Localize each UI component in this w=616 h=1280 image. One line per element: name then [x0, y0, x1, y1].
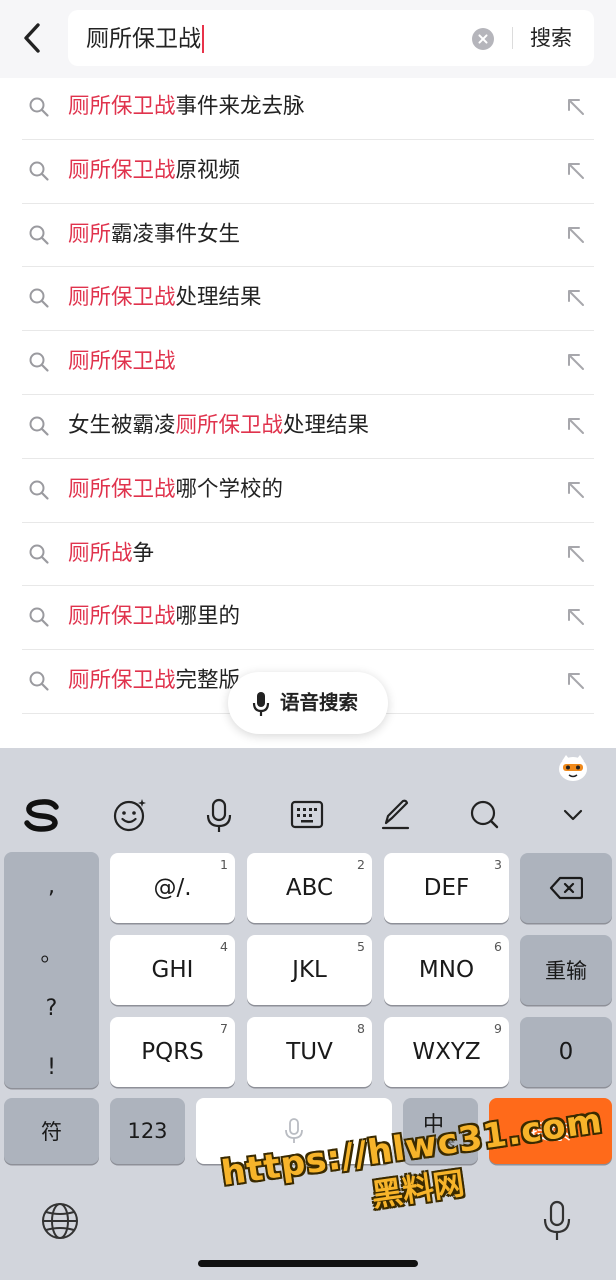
- key-1[interactable]: @/. 1: [110, 853, 235, 923]
- sogou-logo-icon[interactable]: [22, 795, 62, 835]
- suggestion-item[interactable]: 厕所保卫战哪里的: [0, 586, 616, 651]
- key-9[interactable]: WXYZ 9: [384, 1017, 509, 1087]
- search-icon: [29, 671, 49, 691]
- keyboard-layout-icon[interactable]: [287, 795, 327, 835]
- voice-input-icon[interactable]: [199, 795, 239, 835]
- divider: [512, 27, 513, 49]
- globe-icon[interactable]: [40, 1201, 80, 1241]
- voice-search-button[interactable]: 语音搜索: [228, 672, 388, 734]
- key-0[interactable]: 0: [520, 1017, 612, 1087]
- suggestion-item[interactable]: 厕所霸凌事件女生: [0, 204, 616, 268]
- search-input[interactable]: 厕所保卫战 搜索: [68, 10, 594, 66]
- search-icon[interactable]: [464, 795, 504, 835]
- punctuation-column[interactable]: , 。 ? !: [4, 852, 99, 1088]
- search-icon: [29, 416, 49, 436]
- fill-arrow-icon[interactable]: [564, 669, 588, 693]
- fill-arrow-icon[interactable]: [564, 223, 588, 247]
- search-icon: [29, 352, 49, 372]
- fill-arrow-icon[interactable]: [564, 605, 588, 629]
- punct-period-key[interactable]: 。: [4, 936, 99, 968]
- suggestion-text: 厕所保卫战哪个学校的: [68, 476, 284, 502]
- suggestion-list: 厕所保卫战事件来龙去脉 厕所保卫战原视频 厕所霸凌事件女生 厕所保卫战处理结果 …: [0, 76, 616, 714]
- suggestion-item[interactable]: 厕所保卫战哪个学校的: [0, 459, 616, 523]
- suggestion-text: 厕所保卫战完整版: [68, 668, 241, 694]
- key-7[interactable]: PQRS 7: [110, 1017, 235, 1087]
- backspace-icon: [549, 876, 583, 900]
- suggestion-text: 厕所保卫战处理结果: [68, 285, 262, 311]
- search-header: 厕所保卫战 搜索: [0, 0, 616, 78]
- backspace-button[interactable]: [520, 853, 612, 923]
- search-icon: [29, 544, 49, 564]
- numbers-button[interactable]: 123: [110, 1098, 185, 1164]
- suggestion-item[interactable]: 厕所保卫战事件来龙去脉: [0, 76, 616, 140]
- key-6[interactable]: MNO 6: [384, 935, 509, 1005]
- search-button[interactable]: 搜索: [530, 25, 572, 51]
- suggestion-text: 厕所战争: [68, 540, 155, 566]
- key-3[interactable]: DEF 3: [384, 853, 509, 923]
- voice-search-label: 语音搜索: [280, 691, 359, 714]
- suggestion-item[interactable]: 厕所保卫战: [0, 331, 616, 395]
- fill-arrow-icon[interactable]: [564, 478, 588, 502]
- suggestion-text: 女生被霸凌厕所保卫战处理结果: [68, 412, 370, 438]
- suggestion-item[interactable]: 厕所保卫战原视频: [0, 140, 616, 204]
- fill-arrow-icon[interactable]: [564, 95, 588, 119]
- search-icon: [29, 97, 49, 117]
- fill-arrow-icon[interactable]: [564, 286, 588, 310]
- suggestion-text: 厕所保卫战: [68, 349, 176, 375]
- punct-question-key[interactable]: ?: [4, 996, 99, 1021]
- suggestion-item[interactable]: 厕所战争: [0, 523, 616, 587]
- suggestion-text: 厕所保卫战原视频: [68, 157, 241, 183]
- emoji-icon[interactable]: [110, 795, 150, 835]
- suggestion-item[interactable]: 厕所保卫战处理结果: [0, 267, 616, 332]
- punct-comma-key[interactable]: ,: [4, 874, 99, 899]
- key-5[interactable]: JKL 5: [247, 935, 372, 1005]
- suggestion-item[interactable]: 女生被霸凌厕所保卫战处理结果: [0, 395, 616, 459]
- handwriting-icon[interactable]: [376, 795, 416, 835]
- key-2[interactable]: ABC 2: [247, 853, 372, 923]
- microphone-icon: [252, 692, 270, 716]
- chevron-down-icon[interactable]: [553, 795, 593, 835]
- back-icon[interactable]: [18, 20, 48, 56]
- punct-exclaim-key[interactable]: !: [4, 1055, 99, 1080]
- search-icon: [29, 288, 49, 308]
- search-icon: [29, 161, 49, 181]
- search-icon: [29, 480, 49, 500]
- fill-arrow-icon[interactable]: [564, 350, 588, 374]
- text-caret: [202, 25, 204, 53]
- search-icon: [29, 225, 49, 245]
- fill-arrow-icon[interactable]: [564, 542, 588, 566]
- clear-icon[interactable]: [472, 28, 494, 50]
- symbol-button[interactable]: 符: [4, 1098, 99, 1164]
- suggestion-text: 厕所保卫战事件来龙去脉: [68, 94, 305, 119]
- suggestion-text: 厕所保卫战哪里的: [68, 604, 241, 630]
- search-query[interactable]: 厕所保卫战: [86, 25, 204, 53]
- suggestion-text: 厕所霸凌事件女生: [68, 221, 241, 247]
- fill-arrow-icon[interactable]: [564, 159, 588, 183]
- key-4[interactable]: GHI 4: [110, 935, 235, 1005]
- reenter-button[interactable]: 重输: [520, 935, 612, 1005]
- key-8[interactable]: TUV 8: [247, 1017, 372, 1087]
- search-icon: [29, 607, 49, 627]
- fill-arrow-icon[interactable]: [564, 414, 588, 438]
- mascot-icon[interactable]: [557, 753, 589, 783]
